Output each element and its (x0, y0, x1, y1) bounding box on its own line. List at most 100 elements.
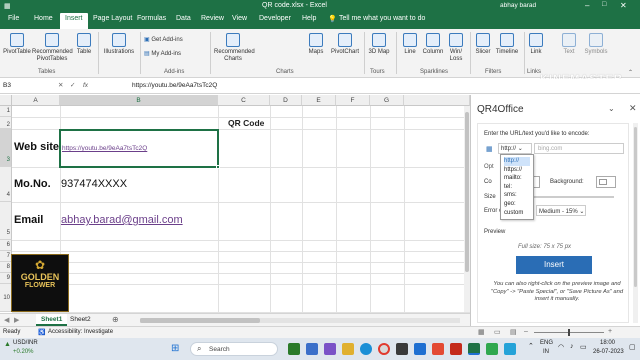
taskbar-green-app-icon[interactable] (486, 343, 498, 355)
collapse-ribbon-icon[interactable]: ⌃ (628, 69, 633, 76)
illustrations-button[interactable]: Illustrations (102, 33, 136, 56)
menu-page-layout[interactable]: Page Layout (93, 15, 132, 22)
name-box[interactable]: B3 (3, 82, 11, 89)
cell-b4-mono-value[interactable]: 937474XXXX (61, 178, 127, 190)
column-header-e[interactable]: E (302, 95, 336, 106)
menu-help[interactable]: Help (302, 15, 316, 22)
enter-icon[interactable]: ✓ (70, 81, 75, 89)
pane-scrollbar[interactable] (633, 123, 638, 323)
volume-icon[interactable]: ♪ (570, 343, 574, 350)
dropdown-option-http[interactable]: http:// (504, 157, 530, 166)
column-header-f[interactable]: F (336, 95, 370, 106)
row-header-1[interactable]: 1 (0, 106, 12, 117)
user-name[interactable]: abhay barad (500, 2, 536, 9)
media-app-icon[interactable] (450, 343, 462, 355)
menu-review[interactable]: Review (201, 15, 224, 22)
dropdown-option-https[interactable]: https:// (504, 166, 530, 175)
menu-view[interactable]: View (232, 15, 247, 22)
menu-home[interactable]: Home (34, 15, 53, 22)
chrome-browser-icon[interactable] (378, 343, 390, 355)
accessibility-status[interactable]: Accessibility: Investigate (48, 329, 113, 335)
minimize-icon[interactable]: – (585, 1, 589, 10)
cell-a5-email-label[interactable]: Email (14, 214, 43, 226)
link-button[interactable]: Link (528, 33, 544, 56)
windows-start-icon[interactable]: ⊞ (171, 343, 179, 354)
column-header-a[interactable]: A (12, 95, 60, 106)
language-eng[interactable]: ENG (540, 340, 553, 346)
win-loss-sparkline-button[interactable]: Win/ Loss (446, 33, 466, 63)
column-header-b[interactable]: B (60, 95, 218, 106)
3d-map-button[interactable]: 3D Map (368, 33, 390, 56)
recommended-pivottables-button[interactable]: Recommended PivotTables (32, 33, 73, 63)
pivottable-button[interactable]: PivotTable (3, 33, 31, 56)
column-header-d[interactable]: D (270, 95, 302, 106)
row-header-3[interactable]: 3 (0, 129, 12, 167)
edge-browser-icon[interactable] (360, 343, 372, 355)
cell-b5-email-link[interactable]: abhay.barad@gmail.com (61, 214, 183, 226)
slicer-button[interactable]: Slicer (473, 33, 493, 56)
horizontal-scrollbar[interactable] (140, 318, 460, 323)
taskbar-blue-app-icon[interactable] (504, 343, 516, 355)
language-in[interactable]: IN (543, 349, 549, 355)
clock-date[interactable]: 26-07-2023 (593, 349, 624, 355)
cancel-icon[interactable]: ✕ (58, 81, 63, 89)
row-header-2[interactable]: 2 (0, 117, 12, 129)
cell-b3-selected[interactable]: https://youtu.be/9eAa7tsTc2Q (59, 129, 220, 169)
dropdown-option-sms[interactable]: sms: (504, 191, 530, 200)
tray-chevron-icon[interactable]: ⌃ (528, 342, 534, 350)
my-add-ins-button[interactable]: ▤ My Add-ins (144, 51, 181, 58)
pivotchart-button[interactable]: PivotChart (328, 33, 362, 56)
excel-taskbar-icon[interactable] (468, 343, 480, 355)
sheet-nav-next-icon[interactable]: ▶ (14, 316, 19, 324)
dell-icon[interactable] (414, 343, 426, 355)
add-sheet-icon[interactable]: ⊕ (112, 315, 119, 324)
column-header-h[interactable] (404, 95, 470, 106)
menu-file[interactable]: File (8, 15, 19, 22)
text-button[interactable]: Text (560, 33, 578, 56)
zoom-slider[interactable] (534, 329, 604, 336)
row-header-4[interactable]: 4 (0, 167, 12, 202)
taskbar-search-box[interactable]: ⌕ Search (190, 342, 278, 356)
protocol-select[interactable]: http:// ⌄ (498, 143, 532, 154)
store-icon[interactable] (396, 343, 408, 355)
menu-developer[interactable]: Developer (259, 15, 291, 22)
dropdown-option-tel[interactable]: tel: (504, 183, 530, 192)
vertical-scroll-thumb[interactable] (465, 112, 469, 272)
excel-logo-icon[interactable]: ▦ (4, 2, 11, 10)
menu-insert[interactable]: Insert (60, 13, 88, 29)
sheet-tab-sheet2[interactable]: Sheet2 (70, 316, 91, 323)
sheet-tab-sheet1[interactable]: Sheet1 (36, 314, 68, 326)
menu-data[interactable]: Data (176, 15, 191, 22)
zoom-in-icon[interactable]: + (608, 328, 612, 335)
dropdown-option-mailto[interactable]: mailto: (504, 174, 530, 183)
error-correction-select[interactable]: Medium - 15% ⌄ (536, 205, 586, 216)
page-layout-view-icon[interactable]: ▭ (494, 328, 501, 336)
table-button[interactable]: Table (74, 33, 94, 56)
column-sparkline-button[interactable]: Column (420, 33, 446, 56)
wifi-icon[interactable]: ◠ (558, 343, 564, 351)
normal-view-icon[interactable]: ▦ (478, 328, 485, 336)
zoom-slider-thumb[interactable] (568, 329, 570, 336)
cell-a3-website-label[interactable]: Web site (14, 141, 59, 153)
background-picker[interactable] (596, 176, 616, 188)
ticker-name[interactable]: USD/INR (13, 340, 38, 346)
notifications-icon[interactable]: ▢ (629, 343, 636, 351)
horizontal-scroll-thumb[interactable] (140, 318, 260, 323)
formula-input[interactable]: https://youtu.be/9eAa7tsTc2Q (132, 82, 217, 89)
taskbar-app-icon[interactable] (288, 343, 300, 355)
get-add-ins-button[interactable]: ▣ Get Add-ins (144, 37, 183, 44)
menu-formulas[interactable]: Formulas (137, 15, 166, 22)
fx-icon[interactable]: fx (83, 82, 88, 89)
close-icon[interactable]: ✕ (620, 1, 627, 10)
zoom-out-icon[interactable]: – (524, 328, 528, 335)
cell-b3-website-link[interactable]: https://youtu.be/9eAa7tsTc2Q (62, 145, 147, 152)
cell-c2-qr-header[interactable]: QR Code (228, 118, 264, 128)
pane-options-icon[interactable]: ⌄ (608, 104, 615, 113)
symbols-button[interactable]: Symbols (582, 33, 610, 56)
insert-button[interactable]: Insert (516, 256, 592, 274)
fill-handle[interactable] (216, 165, 220, 169)
dropdown-option-custom[interactable]: custom (504, 209, 530, 218)
column-header-g[interactable]: G (370, 95, 404, 106)
protocol-dropdown[interactable]: http:// https:// mailto: tel: sms: geo: … (500, 154, 534, 220)
office-icon[interactable] (432, 343, 444, 355)
